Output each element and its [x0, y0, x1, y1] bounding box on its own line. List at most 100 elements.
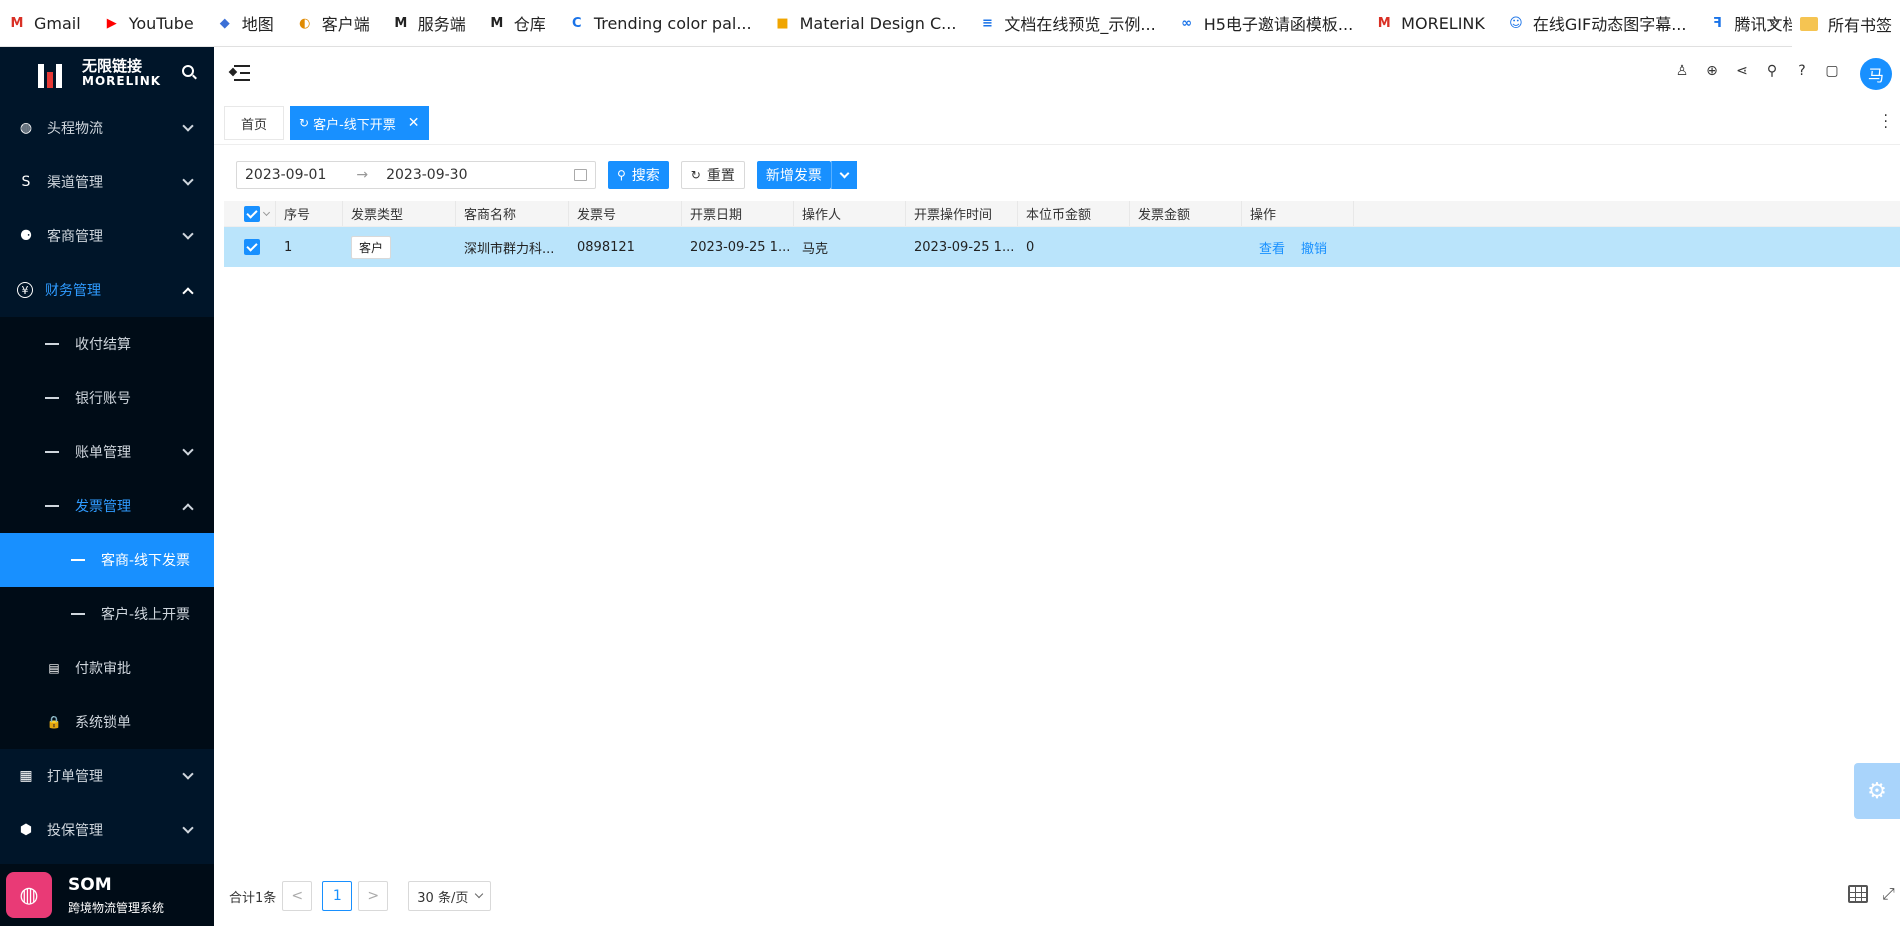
page-button[interactable]: 1	[322, 881, 353, 911]
sidebar-item-offline-invoice[interactable]: 客商-线下发票	[0, 533, 214, 587]
bookmark-item[interactable]: M Gmail	[8, 14, 81, 33]
tab-current[interactable]: ↻ 客户-线下开票 ✕	[290, 106, 429, 140]
sidebar-subitem[interactable]: 银行账号	[0, 371, 214, 425]
sidebar-item[interactable]: ◍ 头程物流	[0, 101, 214, 155]
morelink-logo-icon	[38, 60, 74, 88]
gif-icon: ☺	[1509, 15, 1523, 31]
doc-icon: ≡	[981, 15, 993, 31]
bookmark-folder[interactable]: 所有书签	[1791, 0, 1900, 47]
sidebar-item[interactable]: ▦ 打单管理	[0, 749, 214, 803]
col-header[interactable]: 本位币金额	[1018, 201, 1130, 226]
system-name: SOM	[68, 874, 112, 895]
more-vertical-icon[interactable]: · · ·	[1884, 109, 1888, 135]
date-range-picker[interactable]: 2023-09-01 → 2023-09-30	[236, 161, 596, 189]
calendar-icon	[574, 169, 587, 181]
tab-label: 客户-线下开票	[313, 117, 396, 133]
avatar[interactable]: 马	[1860, 58, 1892, 90]
col-header[interactable]: 操作人	[794, 201, 906, 226]
bookmark-item[interactable]: ꟻ 腾讯文档	[1708, 11, 1798, 35]
table-row[interactable]: 1 客户 深圳市群力科... 0898121 2023-09-25 1... 马…	[224, 227, 1900, 267]
refresh-icon[interactable]: ↻	[299, 116, 309, 130]
tab-home[interactable]: 首页	[224, 106, 284, 140]
filter-bar: 2023-09-01 → 2023-09-30 ⚲ 搜索 ↻ 重置 新增发票	[236, 161, 857, 189]
fullscreen-icon[interactable]: ⤢	[1882, 885, 1900, 903]
start-date-input[interactable]: 2023-09-01	[245, 167, 326, 183]
menu-collapse-icon[interactable]	[228, 65, 250, 81]
bag-icon[interactable]: ▢	[1824, 63, 1840, 79]
coolors-icon: C	[572, 15, 582, 31]
end-date-input[interactable]: 2023-09-30	[386, 167, 467, 183]
material-icon: ■	[776, 15, 789, 31]
calendar-icon: ▦	[19, 768, 33, 784]
sidebar-item[interactable]: ⬢ 投保管理	[0, 803, 214, 857]
sidebar-subitem[interactable]: 账单管理	[0, 425, 214, 479]
search-icon: ⚲	[617, 168, 626, 182]
col-header[interactable]: 发票金额	[1130, 201, 1242, 226]
next-page-button[interactable]: >	[358, 881, 389, 911]
bookmark-item[interactable]: ∞ H5电子邀请函模板...	[1178, 11, 1353, 35]
bookmark-label: Trending color pal...	[593, 13, 752, 33]
col-header[interactable]: 序号	[276, 201, 343, 226]
add-invoice-group: 新增发票	[756, 161, 857, 189]
more-bookmarks-icon[interactable]: »	[1769, 12, 1780, 33]
bookmark-item[interactable]: ◆ 地图	[216, 11, 274, 35]
add-invoice-button[interactable]: 新增发票	[756, 161, 831, 189]
col-header[interactable]: 客商名称	[456, 201, 569, 226]
cell-base-amount: 0	[1026, 239, 1035, 255]
chevron-down-icon	[182, 120, 194, 132]
row-checkbox[interactable]	[224, 227, 276, 267]
sidebar-item-label: 渠道管理	[47, 175, 103, 191]
chevron-down-icon	[182, 768, 194, 780]
sidebar-subitem[interactable]: 收付结算	[0, 317, 214, 371]
bookmark-item[interactable]: ☺ 在线GIF动态图字幕...	[1507, 11, 1686, 35]
bookmark-item[interactable]: M 仓库	[488, 11, 545, 35]
chevron-down-icon	[182, 174, 194, 186]
cell-op-time: 2023-09-25 1...	[914, 239, 1015, 255]
close-icon[interactable]: ✕	[408, 115, 420, 131]
page-size-select[interactable]: 30 条/页	[408, 881, 492, 911]
col-header[interactable]: 发票号	[569, 201, 682, 226]
view-link[interactable]: 查看	[1259, 238, 1285, 257]
sidebar-subitem[interactable]: ▤ 付款审批	[0, 641, 214, 695]
shield-icon: ⬢	[19, 822, 33, 838]
sidebar-item[interactable]: S 渠道管理	[0, 155, 214, 209]
chevron-down-icon[interactable]	[830, 161, 857, 189]
sidebar-item-finance[interactable]: ¥ 财务管理	[0, 263, 214, 317]
sidebar-item-invoice[interactable]: 发票管理	[0, 479, 214, 533]
bookmark-item[interactable]: ■ Material Design C...	[774, 14, 956, 33]
bookmark-item[interactable]: ≡ 文档在线预览_示例...	[978, 11, 1156, 35]
prev-page-button[interactable]: <	[282, 881, 313, 911]
logo[interactable]: 无限链接 MORELINK	[0, 47, 214, 101]
sidebar: 无限链接 MORELINK ◍ 头程物流 S 渠道管理 ⚈ 客商管理 ¥ 财务管理 收付结…	[0, 47, 214, 926]
search-icon[interactable]: ⚲	[1764, 63, 1780, 79]
bookmark-item[interactable]: ▶ YouTube	[103, 14, 194, 33]
sidebar-subitem[interactable]: 🔒 系统锁单	[0, 695, 214, 749]
search-icon[interactable]	[182, 65, 194, 77]
settings-gear-icon[interactable]: ⚙	[1854, 763, 1900, 819]
col-header[interactable]: 发票类型	[343, 201, 456, 226]
bookmark-item[interactable]: C Trending color pal...	[568, 14, 752, 33]
logo-title: 无限链接	[82, 57, 143, 75]
col-header[interactable]: 开票日期	[682, 201, 794, 226]
cell-invoice-no: 0898121	[577, 239, 635, 255]
search-button[interactable]: ⚲ 搜索	[608, 161, 669, 189]
bookmark-item[interactable]: M MORELINK	[1375, 14, 1485, 33]
user-switch-icon[interactable]: ♙	[1674, 63, 1690, 79]
table-columns-icon[interactable]	[1848, 885, 1868, 903]
globe-icon[interactable]: ⊕	[1704, 63, 1720, 79]
reset-button[interactable]: ↻ 重置	[680, 161, 745, 189]
col-header[interactable]: 开票操作时间	[906, 201, 1018, 226]
chevron-down-icon	[182, 822, 194, 834]
morelink-icon: M	[394, 15, 408, 31]
sidebar-item-online-invoice[interactable]: 客户-线上开票	[0, 587, 214, 641]
cell-date: 2023-09-25 1...	[690, 239, 791, 255]
sidebar-item[interactable]: ⚈ 客商管理	[0, 209, 214, 263]
bookmark-item[interactable]: ◐ 客户端	[296, 11, 370, 35]
bookmark-item[interactable]: M 服务端	[392, 11, 465, 35]
select-all-checkbox[interactable]	[224, 201, 276, 226]
share-icon[interactable]: ⋖	[1734, 63, 1750, 79]
globe-icon: ◍	[19, 120, 33, 136]
page-tabs: 首页 ↻ 客户-线下开票 ✕ · · ·	[214, 101, 1900, 145]
help-icon[interactable]: ?	[1794, 63, 1810, 79]
revoke-link[interactable]: 撤销	[1301, 238, 1327, 257]
